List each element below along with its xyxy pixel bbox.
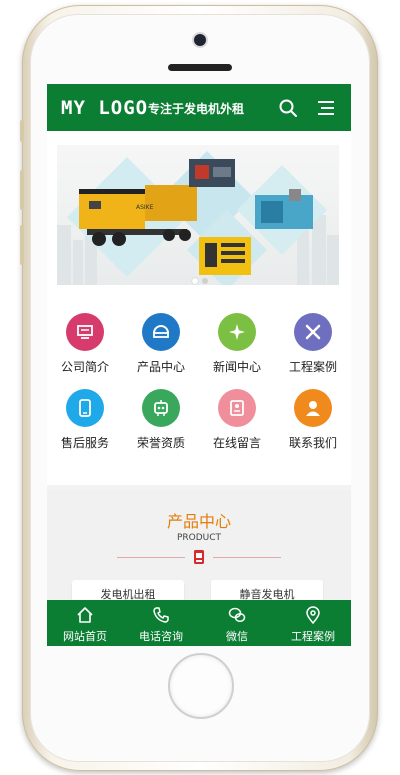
search-icon[interactable]	[278, 98, 298, 118]
divider-right	[213, 557, 281, 558]
nav-item-message[interactable]: 在线留言	[199, 389, 275, 451]
nav-item-products[interactable]: 产品中心	[123, 313, 199, 375]
nav-label: 联系我们	[288, 436, 337, 450]
blue-engine-image	[255, 189, 313, 229]
nav-label: 新闻中心	[212, 360, 261, 374]
nav-item-projects[interactable]: 工程案例	[275, 313, 351, 375]
hero-banner[interactable]: ASIKE	[57, 145, 339, 285]
slider-dot-1[interactable]	[192, 278, 198, 284]
footer-item-projects[interactable]: 工程案例	[275, 600, 351, 646]
home-icon	[77, 607, 93, 623]
volume-up-button	[20, 170, 24, 210]
generator-banner-image: ASIKE	[57, 151, 339, 285]
tools-icon	[294, 313, 332, 351]
footer-label: 工程案例	[291, 630, 335, 643]
bottom-nav: 网站首页 电话咨询 微信 工程案例	[47, 600, 351, 646]
divider-left	[117, 557, 185, 558]
news-icon	[218, 313, 256, 351]
phone-icon	[153, 607, 169, 623]
nav-item-company[interactable]: 公司简介	[47, 313, 123, 375]
wechat-icon	[228, 607, 246, 623]
product-icon	[142, 313, 180, 351]
mute-switch	[20, 120, 24, 142]
slider-dot-2[interactable]	[202, 278, 208, 284]
stage: MY LOGO 专注于发电机外租 ASIKE 公司简介 产品中心 新闻中心 工程…	[0, 0, 400, 775]
nav-label: 工程案例	[288, 360, 337, 374]
products-title: 产品中心	[166, 512, 231, 531]
front-camera	[194, 34, 206, 46]
company-icon	[66, 313, 104, 351]
honor-icon	[142, 389, 180, 427]
nav-item-after-sales[interactable]: 售后服务	[47, 389, 123, 451]
generator-badge-text: ASIKE	[136, 204, 154, 211]
earpiece-speaker	[168, 64, 232, 71]
nav-item-news[interactable]: 新闻中心	[199, 313, 275, 375]
footer-item-home[interactable]: 网站首页	[47, 600, 123, 646]
nav-label: 荣誉资质	[136, 436, 185, 450]
nav-label: 公司简介	[60, 360, 109, 374]
quick-nav-grid: 公司简介 产品中心 新闻中心 工程案例 售后服务 荣誉资质 在线留言 联系我们	[47, 291, 351, 485]
footer-label: 电话咨询	[139, 630, 183, 643]
nav-item-contact[interactable]: 联系我们	[275, 389, 351, 451]
location-icon	[306, 606, 320, 624]
footer-item-wechat[interactable]: 微信	[199, 600, 275, 646]
nav-label: 在线留言	[212, 436, 261, 450]
menu-icon[interactable]	[316, 98, 336, 118]
generator-icon	[194, 550, 204, 564]
nav-label: 售后服务	[60, 436, 109, 450]
footer-label: 网站首页	[63, 630, 107, 643]
service-icon	[66, 389, 104, 427]
site-header: MY LOGO 专注于发电机外租	[47, 84, 351, 131]
message-icon	[218, 389, 256, 427]
mobile-screen: MY LOGO 专注于发电机外租 ASIKE 公司简介 产品中心 新闻中心 工程…	[47, 84, 351, 646]
products-subtitle: PRODUCT	[176, 533, 222, 543]
site-slogan: 专注于发电机外租	[148, 102, 245, 116]
contact-icon	[294, 389, 332, 427]
nav-label: 产品中心	[136, 360, 185, 374]
nav-item-honors[interactable]: 荣誉资质	[123, 389, 199, 451]
banner-area: ASIKE	[47, 131, 351, 291]
slider-dots	[192, 269, 212, 285]
site-logo[interactable]: MY LOGO	[61, 97, 148, 119]
footer-item-phone[interactable]: 电话咨询	[123, 600, 199, 646]
diesel-engine-image	[189, 159, 235, 187]
volume-down-button	[20, 225, 24, 265]
home-button[interactable]	[168, 653, 234, 719]
footer-label: 微信	[226, 630, 248, 643]
